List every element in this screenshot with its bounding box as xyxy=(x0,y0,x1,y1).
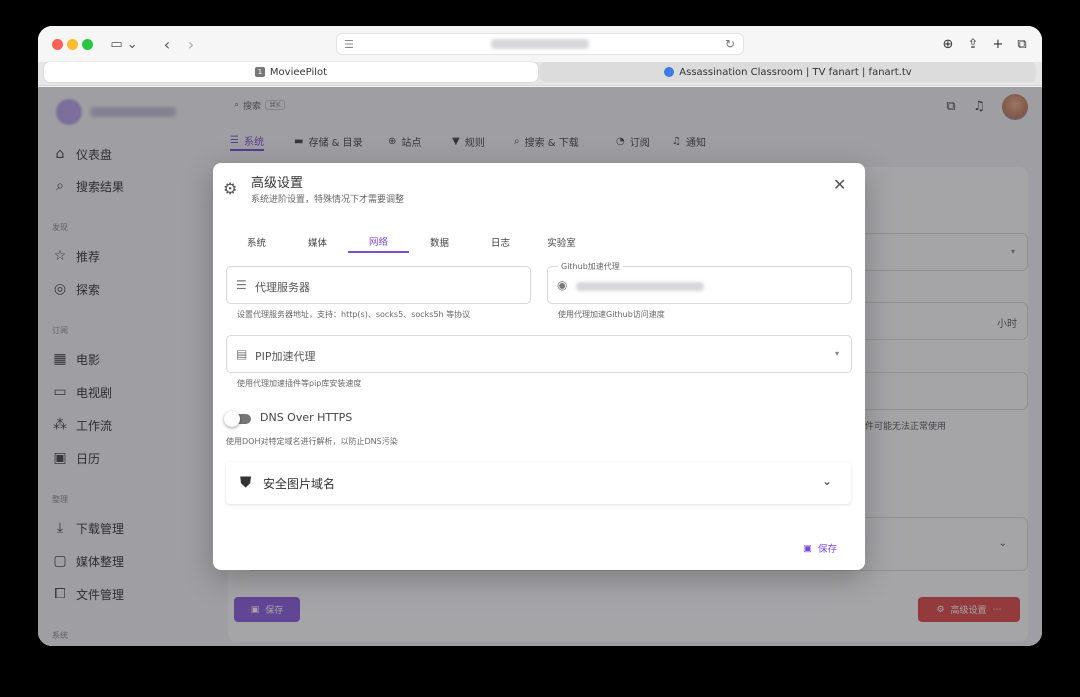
browser-tab-fanart[interactable]: Assassination Classroom | TV fanart | fa… xyxy=(540,62,1036,82)
package-icon: ▤ xyxy=(236,347,248,361)
dialog-tab-lab[interactable]: 实验室 xyxy=(531,231,592,253)
pip-placeholder: PIP加速代理 xyxy=(255,350,316,363)
floppy-icon: ▣ xyxy=(803,542,812,554)
close-window-button[interactable] xyxy=(52,39,63,50)
dialog-tab-data[interactable]: 数据 xyxy=(409,231,470,253)
github-proxy-legend: Github加速代理 xyxy=(558,261,623,272)
forward-icon[interactable]: › xyxy=(182,34,200,54)
proxy-server-input[interactable]: ☰ 代理服务器 xyxy=(226,266,531,304)
shield-check-icon: ⛊ xyxy=(240,473,252,491)
tab-overview-icon[interactable]: ⧉ xyxy=(1012,34,1032,54)
back-icon[interactable]: ‹ xyxy=(158,34,176,54)
secure-image-domains-panel[interactable]: ⛊ 安全图片域名 ⌄ xyxy=(226,462,851,504)
doh-toggle-knob[interactable] xyxy=(224,411,240,427)
dialog-save-label: 保存 xyxy=(817,544,837,555)
downloads-icon[interactable]: ⊕ xyxy=(938,34,958,54)
minimize-window-button[interactable] xyxy=(67,39,78,50)
pip-proxy-select[interactable]: ▤ PIP加速代理 ▾ xyxy=(226,335,852,373)
github-proxy-value-blurred xyxy=(576,282,704,291)
browser-tab-moviepilot[interactable]: 1 MovieePilot xyxy=(44,62,538,82)
reload-icon[interactable]: ↻ xyxy=(725,37,735,51)
doh-hint: 使用DOH对特定域名进行解析，以防止DNS污染 xyxy=(226,437,398,446)
moviepilot-favicon-icon: 1 xyxy=(254,67,265,77)
dialog-tab-media[interactable]: 媒体 xyxy=(287,231,348,253)
github-proxy-hint: 使用代理加速Github访问速度 xyxy=(558,310,665,319)
browser-window: ▭ ⌄ ‹ › ☰ ↻ ⊕ ⇪ + ⧉ 1 MovieePilot Assass… xyxy=(38,26,1042,646)
tab-bar: 1 MovieePilot Assassination Classroom | … xyxy=(38,62,1042,86)
proxy-hint: 设置代理服务器地址，支持：http(s)、socks5、socks5h 等协议 xyxy=(237,310,471,319)
dialog-subtitle: 系统进阶设置，特殊情况下才需要调整 xyxy=(251,195,405,205)
github-proxy-input[interactable]: Github加速代理 ◉ xyxy=(547,261,852,304)
proxy-placeholder: 代理服务器 xyxy=(255,281,310,294)
doh-label: DNS Over HTTPS xyxy=(260,411,353,424)
globe-favicon-icon xyxy=(664,67,675,77)
browser-tab-label: MovieePilot xyxy=(269,66,328,78)
chevron-down-icon: ▾ xyxy=(834,349,839,358)
gear-icon: ⚙ xyxy=(223,179,238,198)
address-bar[interactable]: ☰ ↻ xyxy=(336,33,744,55)
title-bar: ▭ ⌄ ‹ › ☰ ↻ ⊕ ⇪ + ⧉ xyxy=(38,26,1042,62)
new-tab-icon[interactable]: + xyxy=(988,34,1008,54)
url-blurred xyxy=(491,39,589,49)
dialog-tab-logs[interactable]: 日志 xyxy=(470,231,531,253)
close-icon[interactable]: ✕ xyxy=(833,175,846,194)
page-menu-icon[interactable]: ☰ xyxy=(344,38,354,51)
dialog-tab-network[interactable]: 网络 xyxy=(348,231,409,253)
advanced-settings-dialog: ⚙ 高级设置 系统进阶设置，特殊情况下才需要调整 ✕ 系统 媒体 网络 数据 日… xyxy=(213,163,865,570)
server-icon: ☰ xyxy=(236,278,247,292)
github-icon: ◉ xyxy=(557,278,568,292)
pip-proxy-hint: 使用代理加速插件等pip库安装速度 xyxy=(237,379,362,388)
dialog-title: 高级设置 xyxy=(251,176,304,191)
dialog-save-button[interactable]: ▣ 保存 xyxy=(803,541,837,556)
browser-tab-label: Assassination Classroom | TV fanart | fa… xyxy=(679,66,912,78)
zoom-window-button[interactable] xyxy=(82,39,93,50)
dialog-tab-system[interactable]: 系统 xyxy=(226,231,287,253)
secure-image-label: 安全图片域名 xyxy=(263,477,336,491)
sidebar-toggle-icon[interactable]: ▭ ⌄ xyxy=(104,34,144,54)
share-icon[interactable]: ⇪ xyxy=(963,34,983,54)
chevron-down-icon: ⌄ xyxy=(822,474,833,488)
